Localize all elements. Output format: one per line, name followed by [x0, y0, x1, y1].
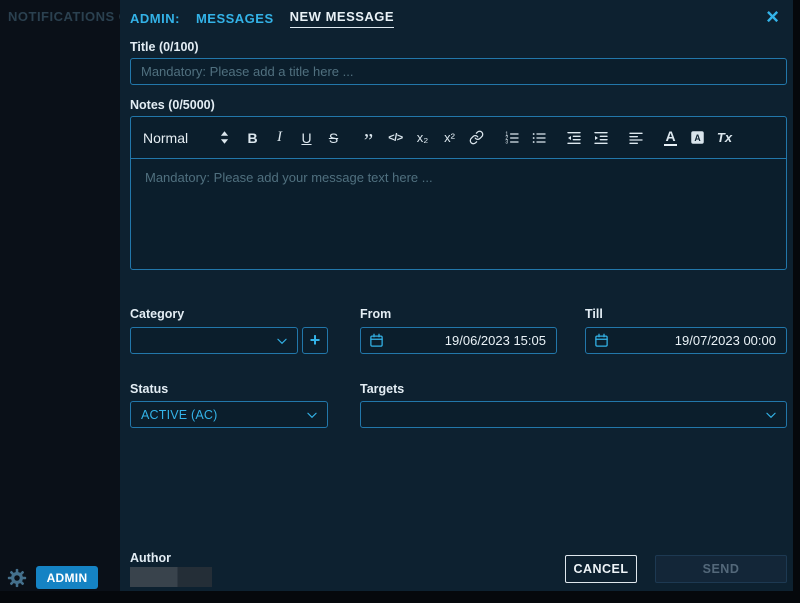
italic-button[interactable]: I	[268, 126, 291, 150]
notes-label: Notes (0/5000)	[130, 98, 215, 112]
paragraph-style-value: Normal	[143, 130, 188, 146]
till-label: Till	[585, 307, 603, 321]
from-date-input[interactable]: 19/06/2023 15:05	[360, 327, 557, 354]
indent-button[interactable]	[589, 126, 612, 150]
add-category-button[interactable]: +	[302, 327, 328, 354]
chevron-down-icon	[275, 334, 289, 348]
bold-button[interactable]: B	[241, 126, 264, 150]
app-root: NOTIFICATIONS O ADMIN ADMIN: MESSAGES NE…	[0, 0, 800, 603]
from-label: From	[360, 307, 391, 321]
breadcrumb-messages[interactable]: MESSAGES	[196, 11, 274, 26]
status-value: ACTIVE (AC)	[141, 408, 218, 422]
background-color-icon: A	[690, 130, 705, 145]
code-block-button[interactable]: </>	[384, 126, 407, 150]
notes-editor: Normal B I U S ” </> x₂ x²	[130, 116, 787, 270]
svg-text:3: 3	[505, 139, 508, 145]
cancel-button[interactable]: CANCEL	[565, 555, 637, 583]
clear-formatting-button[interactable]: Tx	[713, 126, 736, 150]
toolbar-group-color: A A Tx	[659, 126, 736, 150]
editor-toolbar: Normal B I U S ” </> x₂ x²	[131, 117, 786, 159]
updown-arrows-icon	[220, 131, 229, 144]
send-button[interactable]: SEND	[655, 555, 787, 583]
ordered-list-button[interactable]: 1 2 3	[500, 126, 523, 150]
settings-gear-icon[interactable]	[6, 567, 28, 589]
status-select[interactable]: ACTIVE (AC)	[130, 401, 328, 428]
from-date-value: 19/06/2023 15:05	[445, 333, 546, 348]
chevron-down-icon	[764, 408, 778, 422]
till-date-input[interactable]: 19/07/2023 00:00	[585, 327, 787, 354]
toolbar-group-indent	[562, 126, 612, 150]
status-label: Status	[130, 382, 168, 396]
toolbar-group-basic: B I U S	[241, 126, 345, 150]
align-button[interactable]	[624, 126, 647, 150]
breadcrumb: ADMIN: MESSAGES NEW MESSAGE	[130, 0, 394, 36]
notes-input[interactable]: Mandatory: Please add your message text …	[131, 159, 786, 269]
toolbar-group-lists: 1 2 3	[500, 126, 550, 150]
bullet-list-icon	[531, 130, 547, 146]
ordered-list-icon: 1 2 3	[504, 130, 520, 146]
author-value-box	[130, 567, 212, 587]
toolbar-group-insert: ” </> x₂ x²	[357, 126, 488, 150]
sidebar: NOTIFICATIONS O ADMIN	[0, 0, 120, 591]
targets-select[interactable]	[360, 401, 787, 428]
calendar-icon	[594, 333, 609, 348]
toolbar-group-align	[624, 126, 647, 150]
sidebar-section-title: NOTIFICATIONS O	[8, 9, 120, 24]
calendar-icon	[369, 333, 384, 348]
breadcrumb-admin[interactable]: ADMIN:	[130, 11, 180, 26]
text-color-glyph: A	[664, 129, 676, 146]
close-icon[interactable]: ×	[766, 4, 779, 30]
chevron-down-icon	[305, 408, 319, 422]
title-input[interactable]	[130, 58, 787, 85]
svg-text:A: A	[694, 133, 701, 143]
indent-icon	[593, 130, 609, 146]
subscript-button[interactable]: x₂	[411, 126, 434, 150]
admin-button[interactable]: ADMIN	[36, 566, 98, 589]
new-message-panel: ADMIN: MESSAGES NEW MESSAGE × Title (0/1…	[120, 0, 793, 591]
superscript-button[interactable]: x²	[438, 126, 461, 150]
category-label: Category	[130, 307, 184, 321]
outdent-button[interactable]	[562, 126, 585, 150]
underline-button[interactable]: U	[295, 126, 318, 150]
strikethrough-button[interactable]: S	[322, 126, 345, 150]
link-icon	[469, 130, 484, 145]
author-label: Author	[130, 551, 171, 565]
till-date-value: 19/07/2023 00:00	[675, 333, 776, 348]
toolbar-group-style: Normal	[143, 126, 229, 150]
targets-label: Targets	[360, 382, 404, 396]
title-label: Title (0/100)	[130, 40, 199, 54]
background-color-button[interactable]: A	[686, 126, 709, 150]
category-select[interactable]	[130, 327, 298, 354]
tab-new-message[interactable]: NEW MESSAGE	[290, 9, 394, 28]
outdent-icon	[566, 130, 582, 146]
text-color-button[interactable]: A	[659, 126, 682, 150]
blockquote-button[interactable]: ”	[357, 126, 380, 150]
bullet-list-button[interactable]	[527, 126, 550, 150]
paragraph-style-select[interactable]: Normal	[143, 126, 229, 150]
align-icon	[628, 130, 644, 146]
link-button[interactable]	[465, 126, 488, 150]
